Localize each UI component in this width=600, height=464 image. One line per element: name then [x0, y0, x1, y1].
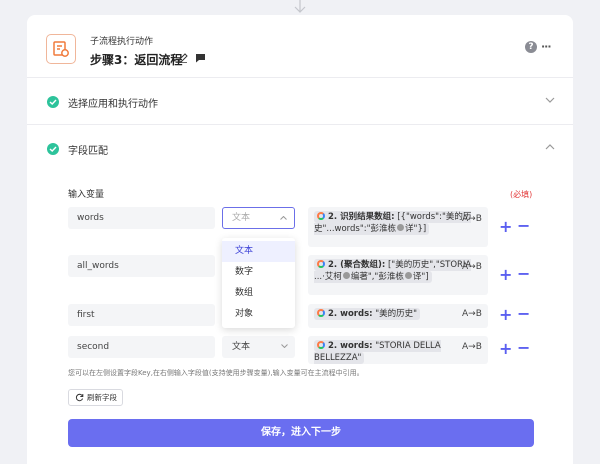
arrow-down-icon — [294, 0, 306, 13]
variable-chip: 2. words: "STORIA DELLA BELLEZZA" — [314, 340, 441, 364]
variable-value-field[interactable]: 2. words: "美的历史" — [308, 304, 488, 328]
type-select[interactable]: 文本 — [222, 336, 295, 358]
step-subtitle: 子流程执行动作 — [90, 37, 154, 47]
dropdown-option-number[interactable]: 数字 — [222, 262, 295, 283]
map-toggle[interactable]: A→B — [462, 214, 482, 224]
refresh-label: 刷新字段 — [87, 393, 117, 402]
dropdown-option-object[interactable]: 对象 — [222, 304, 295, 325]
remove-row-button[interactable]: − — [517, 266, 530, 282]
remove-chip-icon[interactable] — [342, 272, 350, 279]
variable-name-input[interactable]: second — [68, 336, 215, 358]
more-icon[interactable]: ··· — [541, 40, 552, 53]
dropdown-option-array[interactable]: 数组 — [222, 283, 295, 304]
variable-name-input[interactable]: first — [68, 304, 215, 326]
add-row-button[interactable]: + — [499, 267, 512, 283]
node-icon — [317, 260, 325, 268]
add-row-button[interactable]: + — [499, 341, 512, 357]
hint-text: 您可以在左侧设置字段Key,在右侧输入字段值(支持使用步骤变量),输入变量可在主… — [68, 369, 364, 377]
variable-value-field[interactable]: 2. words: "STORIA DELLA BELLEZZA" — [308, 336, 488, 364]
section-label: 字段匹配 — [68, 146, 108, 157]
chevron-down-icon[interactable] — [545, 97, 555, 103]
variable-name-input[interactable]: words — [68, 207, 215, 229]
save-next-button[interactable]: 保存，进入下一步 — [68, 419, 534, 447]
dropdown-option-text[interactable]: 文本 — [222, 241, 295, 262]
required-label: (必填) — [510, 190, 533, 199]
variable-chip: 2. 识别结果数组: [{"words":"美的历史"...words":"彭淮… — [314, 211, 472, 235]
step-header: 子流程执行动作 步骤3：返回流程 ? ··· — [27, 15, 573, 78]
type-dropdown-menu: 文本 数字 数组 对象 — [222, 238, 295, 328]
add-row-button[interactable]: + — [499, 219, 512, 235]
variable-name-input[interactable]: all_words — [68, 255, 215, 277]
type-select-placeholder: 文本 — [232, 213, 251, 223]
chevron-up-icon — [280, 216, 287, 220]
step-card: 子流程执行动作 步骤3：返回流程 ? ··· 选择应用和执行动作 字段匹配 输入… — [27, 15, 573, 464]
section-label: 选择应用和执行动作 — [68, 99, 158, 110]
chevron-up-icon[interactable] — [545, 144, 555, 150]
input-variables-heading: 输入变量 — [68, 190, 105, 200]
help-icon[interactable]: ? — [525, 41, 537, 53]
map-toggle[interactable]: A→B — [462, 309, 482, 319]
remove-row-button[interactable]: − — [517, 306, 530, 322]
variable-chip: 2. words: "美的历史" — [314, 308, 421, 320]
node-icon — [317, 309, 325, 317]
step-title: 步骤3：返回流程 — [90, 53, 183, 67]
refresh-icon — [75, 393, 84, 402]
remove-chip-icon[interactable] — [404, 272, 412, 279]
remove-chip-icon[interactable] — [397, 224, 405, 231]
remove-row-button[interactable]: − — [517, 218, 530, 234]
map-toggle[interactable]: A→B — [462, 342, 482, 352]
add-row-button[interactable]: + — [499, 307, 512, 323]
section-field-match[interactable]: 字段匹配 — [27, 126, 573, 172]
check-icon — [47, 143, 59, 155]
remove-row-button[interactable]: − — [517, 340, 530, 356]
variable-chip: 2. (聚合数组): ["美的历史","STORIA ...·艾柯 编著","彭淮… — [314, 259, 472, 283]
section-select-app[interactable]: 选择应用和执行动作 — [27, 79, 573, 125]
edit-icon[interactable] — [178, 53, 188, 63]
refresh-fields-button[interactable]: 刷新字段 — [68, 389, 123, 406]
map-toggle[interactable]: A→B — [462, 262, 482, 272]
node-icon — [317, 212, 325, 220]
type-select[interactable]: 文本 — [222, 207, 295, 229]
check-icon — [47, 96, 59, 108]
variable-value-field[interactable]: 2. 识别结果数组: [{"words":"美的历史"...words":"彭淮… — [308, 207, 488, 247]
type-select-value: 文本 — [232, 342, 251, 352]
comment-icon[interactable] — [195, 53, 206, 63]
subflow-icon — [46, 34, 76, 64]
node-icon — [317, 341, 325, 349]
chevron-down-icon — [281, 344, 288, 348]
variable-value-field[interactable]: 2. (聚合数组): ["美的历史","STORIA ...·艾柯 编著","彭淮… — [308, 255, 488, 295]
